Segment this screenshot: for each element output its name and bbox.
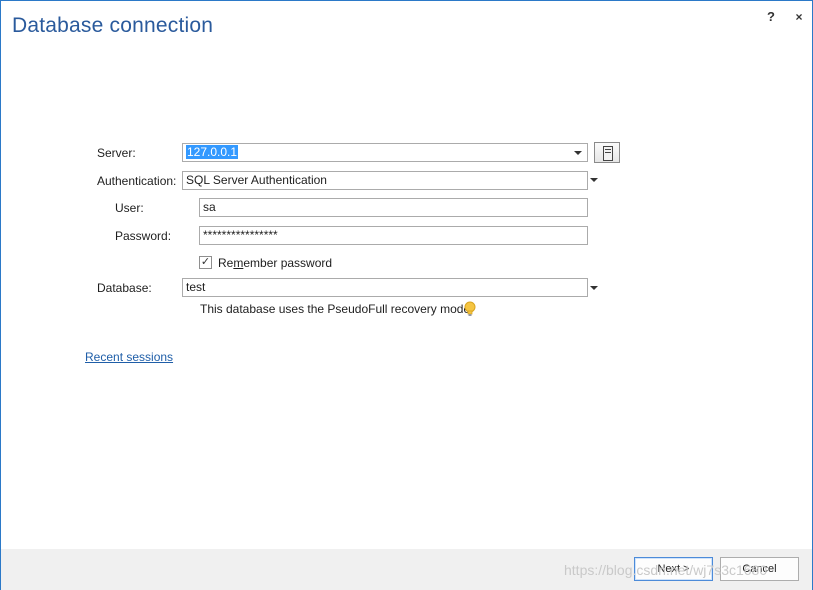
lightbulb-icon[interactable] (464, 301, 476, 317)
browse-servers-button[interactable] (594, 142, 620, 163)
server-label: Server: (97, 146, 136, 160)
close-button[interactable]: × (792, 9, 806, 25)
database-hint: This database uses the PseudoFull recove… (200, 302, 473, 316)
user-input[interactable]: sa (199, 198, 588, 217)
server-icon (603, 146, 613, 161)
authentication-value: SQL Server Authentication (186, 173, 327, 187)
help-button[interactable]: ? (764, 9, 778, 25)
checkmark-icon: ✓ (200, 256, 211, 268)
authentication-combobox[interactable]: SQL Server Authentication (182, 171, 588, 190)
server-combobox[interactable]: 127.0.0.1 (182, 143, 588, 162)
dialog-window: Database connection ? × Server: 127.0.0.… (0, 0, 813, 590)
remember-password-checkbox[interactable]: ✓ (199, 256, 212, 269)
password-input[interactable]: **************** (199, 226, 588, 245)
user-label: User: (115, 201, 144, 215)
server-dropdown-arrow-icon[interactable] (574, 151, 582, 155)
recent-sessions-link[interactable]: Recent sessions (85, 350, 173, 364)
server-value: 127.0.0.1 (186, 145, 239, 159)
database-combobox[interactable]: test (182, 278, 588, 297)
cancel-button[interactable]: Cancel (720, 557, 799, 581)
user-value: sa (203, 200, 216, 214)
authentication-label: Authentication: (97, 174, 177, 188)
database-value: test (186, 280, 206, 294)
database-dropdown-arrow-icon[interactable] (590, 286, 598, 290)
password-label: Password: (115, 229, 172, 243)
authentication-dropdown-arrow-icon[interactable] (590, 178, 598, 182)
database-label: Database: (97, 281, 152, 295)
password-value: **************** (203, 228, 278, 242)
remember-password-label[interactable]: Remember password (218, 256, 332, 270)
next-button[interactable]: Next > (634, 557, 713, 581)
dialog-title: Database connection (12, 14, 214, 37)
